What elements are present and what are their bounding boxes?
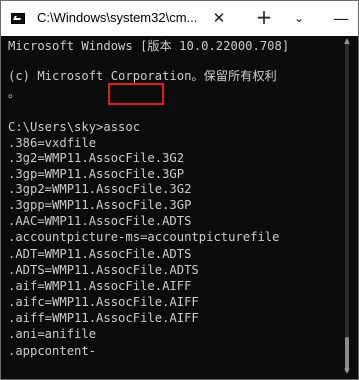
console-line: .386=vxdfile <box>8 136 97 150</box>
title-bar[interactable]: C:\Windows\system32\cm... ✕ + ⌄ — <box>1 1 358 36</box>
console-line: .3gp=WMP11.AssocFile.3GP <box>8 167 185 181</box>
new-tab-icon[interactable]: + <box>255 5 273 29</box>
tab-title[interactable]: C:\Windows\system32\cm... <box>37 10 197 25</box>
command-prompt-line: C:\Users\sky>assoc <box>8 120 141 134</box>
chevron-down-icon[interactable]: ⌄ <box>291 9 307 27</box>
scroll-down-icon[interactable]: ▼ <box>342 367 352 377</box>
console-line: (c) Microsoft Corporation。保留所有权利 <box>8 69 277 83</box>
cmd-window: C:\Windows\system32\cm... ✕ + ⌄ — Micros… <box>0 0 359 380</box>
console-line: .3g2=WMP11.AssocFile.3G2 <box>8 151 185 165</box>
console-line: 。 <box>8 86 21 100</box>
console-line: .ADTS=WMP11.AssocFile.ADTS <box>8 263 199 277</box>
console-line: .accountpicture-ms=accountpicturefile <box>8 230 280 244</box>
console-line: .appcontent- <box>8 344 97 358</box>
console-line: .ani=anifile <box>8 327 97 341</box>
close-tab-icon[interactable]: ✕ <box>210 9 228 27</box>
console-line: .3gp2=WMP11.AssocFile.3G2 <box>8 182 192 196</box>
command-highlight-box <box>108 83 164 105</box>
console-line: .3gpp=WMP11.AssocFile.3GP <box>8 198 192 212</box>
console-line: Microsoft Windows [版本 10.0.22000.708] <box>8 39 290 53</box>
minimize-icon[interactable]: — <box>331 9 351 28</box>
console-line: .ADT=WMP11.AssocFile.ADTS <box>8 247 192 261</box>
scrollbar-track[interactable] <box>345 39 349 372</box>
console-output[interactable]: Microsoft Windows [版本 10.0.22000.708] (c… <box>1 36 337 379</box>
console-line: .aifc=WMP11.AssocFile.AIFF <box>8 295 199 309</box>
console-line: .AAC=WMP11.AssocFile.ADTS <box>8 214 192 228</box>
console-line: .aiff=WMP11.AssocFile.AIFF <box>8 311 199 325</box>
scrollbar-thumb[interactable] <box>345 337 349 371</box>
console-line: .aif=WMP11.AssocFile.AIFF <box>8 279 192 293</box>
cmd-app-icon <box>11 13 25 24</box>
scroll-up-icon[interactable]: ▲ <box>342 37 352 47</box>
